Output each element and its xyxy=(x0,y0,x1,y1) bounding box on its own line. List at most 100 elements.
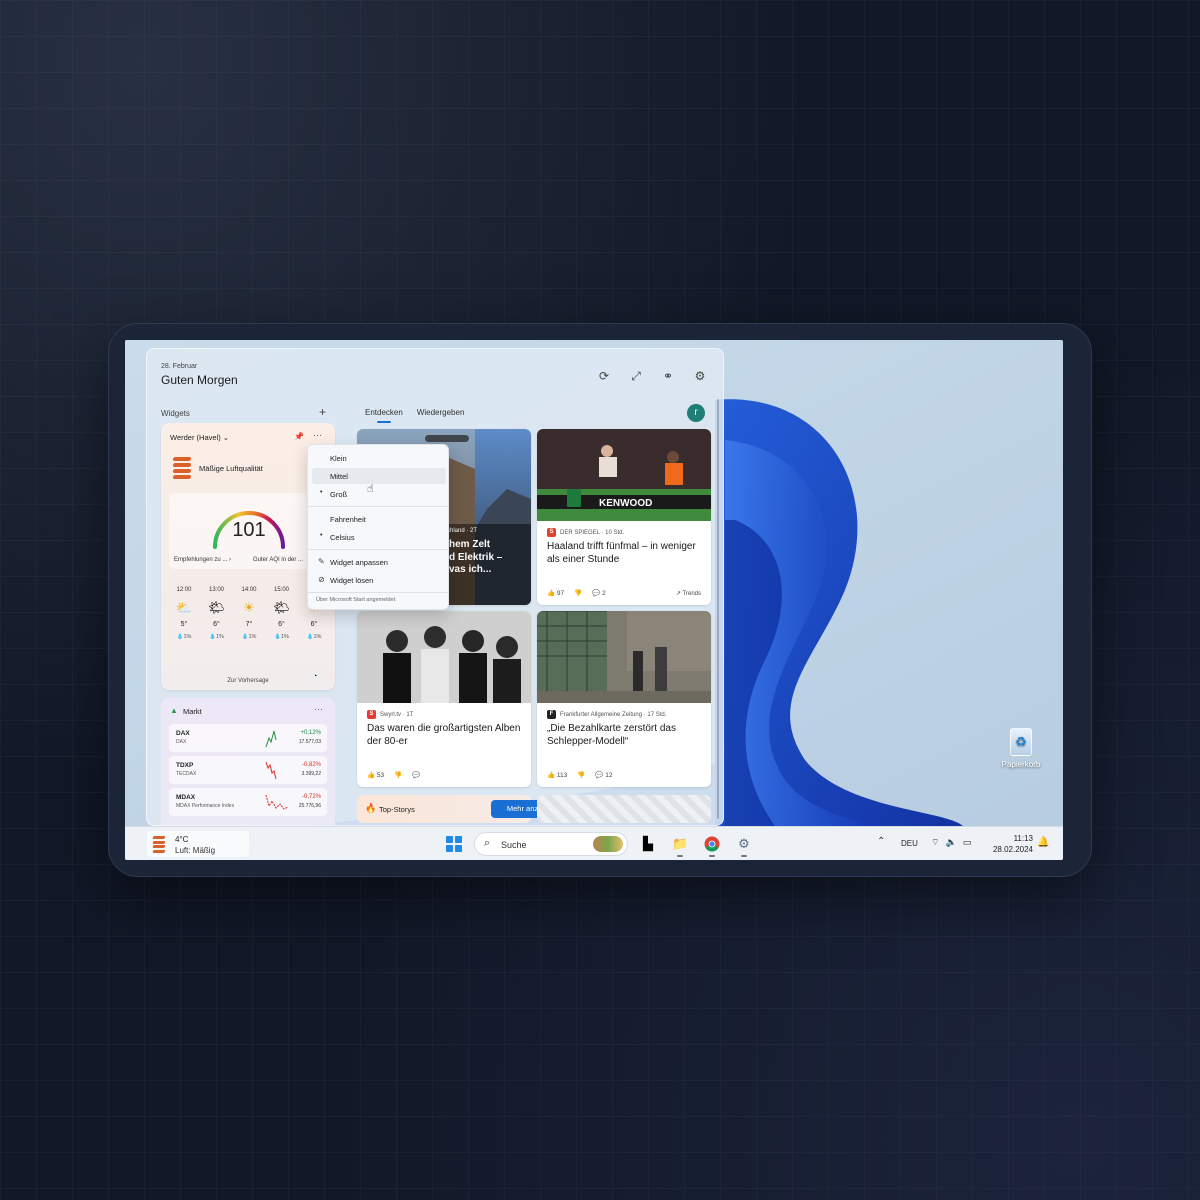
dislike-icon[interactable]: 👎 xyxy=(394,771,402,779)
aqi-gauge-card[interactable]: 101 Empfehlungen zu ... › Guter AQI in d… xyxy=(169,493,329,569)
menu-item-fahrenheit[interactable]: Fahrenheit xyxy=(312,511,446,527)
comment-button[interactable]: 💬 xyxy=(412,771,420,779)
market-row[interactable]: MDAX MDAX Performance Index -0,72% 25.77… xyxy=(169,788,327,816)
task-view-icon[interactable]: ▙ xyxy=(640,835,656,853)
hourly-forecast: 12:00 ⛅ 5° 💧1% 13:00 🌤 6° 💧1% 14:00 ☀ 7°… xyxy=(169,587,329,640)
market-row[interactable]: DAX DAX +0,12% 17.577,03 xyxy=(169,724,327,752)
refresh-icon[interactable]: ⟳ xyxy=(597,369,611,384)
spiegel-logo-icon: S xyxy=(547,528,556,537)
battery-icon: ▭ xyxy=(962,837,972,847)
screen: ♻ Papierkorb 28. Februar Guten Morgen ⟳ … xyxy=(125,340,1063,860)
sunny-icon: ☀ xyxy=(243,600,255,615)
like-button[interactable]: 👍 53 xyxy=(367,771,384,779)
menu-footer: Über Microsoft Start angemeldet xyxy=(316,597,396,603)
news-image xyxy=(357,611,531,703)
wifi-icon: ⌔ xyxy=(931,837,940,847)
menu-divider xyxy=(308,549,448,550)
tab-wiedergeben[interactable]: Wiedergeben xyxy=(417,408,465,417)
banner-text: KENWOOD xyxy=(599,498,652,509)
board-greeting: Guten Morgen xyxy=(161,373,238,387)
comment-button[interactable]: 💬 2 xyxy=(592,589,606,597)
expand-icon[interactable]: ⤢ xyxy=(629,369,643,384)
news-card[interactable]: KENWOOD S DER SPIEGEL · 10 Std. Haaland t… xyxy=(537,429,711,605)
news-card[interactable]: S Swyrl.tv · 1T Das waren die großartigst… xyxy=(357,611,531,787)
aqi-recommendations[interactable]: Empfehlungen zu ... › xyxy=(174,557,231,563)
copilot-icon[interactable]: ◔ xyxy=(307,669,323,685)
news-card[interactable]: F Frankfurter Allgemeine Zeitung · 17 Std… xyxy=(537,611,711,787)
menu-item-celsius[interactable]: • Celsius xyxy=(312,529,446,545)
menu-item-widget-loesen[interactable]: ⊘ Widget lösen xyxy=(312,572,446,588)
taskbar-clock[interactable]: 11:13 28.02.2024 xyxy=(989,833,1033,855)
news-reactions: 👍 97 👎 💬 2 xyxy=(547,589,606,597)
news-image: KENWOOD xyxy=(537,429,711,521)
partly-sunny-icon: 🌤 xyxy=(273,600,290,615)
hour-item: 13:00 🌤 6° 💧1% xyxy=(202,587,232,640)
menu-item-widget-anpassen[interactable]: ✎ Widget anpassen xyxy=(312,554,446,570)
news-headline[interactable]: Haaland trifft fünfmal – in weniger als … xyxy=(547,541,701,566)
menu-item-mittel[interactable]: Mittel xyxy=(312,468,446,484)
aqi-value: 101 xyxy=(232,519,266,541)
chevron-up-icon[interactable]: ⌃ xyxy=(877,836,885,847)
weather-location[interactable]: Werder (Havel) ⌄ xyxy=(170,433,229,442)
pencil-icon: ✎ xyxy=(318,557,325,566)
hand-cursor-icon: ☝ xyxy=(367,483,374,495)
pin-icon[interactable]: 📌 xyxy=(294,432,304,441)
sparkline-up xyxy=(265,730,277,748)
system-tray[interactable]: ⌔ 🔈 ▭ xyxy=(931,837,971,848)
hour-item: 14:00 ☀ 7° 💧1% xyxy=(234,587,264,640)
taskbar-search[interactable]: ⌕ Suche xyxy=(474,832,628,856)
avatar[interactable]: r xyxy=(687,404,705,422)
trend-badge: ↗ Trends xyxy=(675,591,701,597)
swyrl-logo-icon: S xyxy=(367,710,376,719)
market-row[interactable]: TDXP TECDAX -0,82% 3.399,22 xyxy=(169,756,327,784)
dislike-icon[interactable]: 👎 xyxy=(577,771,585,779)
news-source: chland · 2T xyxy=(447,528,478,534)
widgets-board: 28. Februar Guten Morgen ⟳ ⤢ ⚭ ⚙ Widgets… xyxy=(146,348,724,826)
search-highlight-icon xyxy=(593,836,623,852)
input-language[interactable]: DEU xyxy=(901,839,918,848)
search-placeholder: Suche xyxy=(501,840,527,850)
taskbar-temp: 4°C xyxy=(175,835,189,844)
start-button[interactable] xyxy=(446,836,462,852)
volume-icon: 🔈 xyxy=(945,837,957,847)
tab-entdecken[interactable]: Entdecken xyxy=(365,408,403,423)
settings-icon[interactable]: ⚙ xyxy=(693,369,707,384)
like-button[interactable]: 👍 113 xyxy=(547,771,567,779)
recycle-bin-label: Papierkorb xyxy=(1001,760,1041,769)
people-icon[interactable]: ⚭ xyxy=(661,369,675,384)
comment-button[interactable]: 💬 12 xyxy=(595,771,612,779)
market-title: Markt xyxy=(183,707,202,716)
board-header-actions: ⟳ ⤢ ⚭ ⚙ xyxy=(597,369,707,384)
news-source: S DER SPIEGEL · 10 Std. xyxy=(547,528,624,537)
flame-icon: 🔥 xyxy=(365,803,377,813)
add-widget-icon[interactable]: + xyxy=(319,405,326,419)
chrome-icon[interactable] xyxy=(704,835,720,857)
like-button[interactable]: 👍 97 xyxy=(547,589,564,597)
faz-logo-icon: F xyxy=(547,710,556,719)
recycle-bin[interactable]: ♻ Papierkorb xyxy=(993,728,1049,769)
settings-icon[interactable]: ⚙ xyxy=(736,835,752,857)
news-headline[interactable]: „Die Bezahlkarte zerstört das Schlepper-… xyxy=(547,723,701,748)
menu-divider xyxy=(308,592,448,593)
board-date: 28. Februar xyxy=(161,363,198,370)
file-explorer-icon[interactable]: 📁 xyxy=(672,835,688,857)
news-headline[interactable]: Das waren die großartigsten Alben der 80… xyxy=(367,723,521,748)
more-options-icon[interactable]: ··· xyxy=(313,430,322,440)
menu-item-klein[interactable]: Klein xyxy=(312,450,446,466)
news-card-placeholder xyxy=(537,795,711,823)
feed-scrollbar[interactable] xyxy=(717,399,719,819)
notification-bell-icon[interactable]: 🔔 xyxy=(1037,837,1049,848)
more-options-icon[interactable]: ··· xyxy=(314,704,323,714)
news-image xyxy=(537,611,711,703)
taskbar-weather[interactable]: 4°C Luft: Mäßig xyxy=(147,831,249,857)
menu-item-gross[interactable]: • Groß xyxy=(312,486,446,502)
partly-cloudy-icon: ⛅ xyxy=(175,600,193,615)
widget-context-menu: Klein Mittel • Groß Fahrenheit • Celsius ✎… xyxy=(307,444,449,610)
carousel-indicator[interactable] xyxy=(425,435,469,442)
news-headline[interactable]: hem Zelt d Elektrik – vas ich... xyxy=(449,539,521,577)
market-widget[interactable]: ▲ Markt ··· DAX DAX +0,12% 17.577,03 TDX… xyxy=(161,698,335,825)
dislike-icon[interactable]: 👎 xyxy=(574,589,582,597)
air-quality-icon xyxy=(152,836,166,852)
sparkline-down xyxy=(265,761,277,780)
news-source: F Frankfurter Allgemeine Zeitung · 17 Std… xyxy=(547,710,666,719)
